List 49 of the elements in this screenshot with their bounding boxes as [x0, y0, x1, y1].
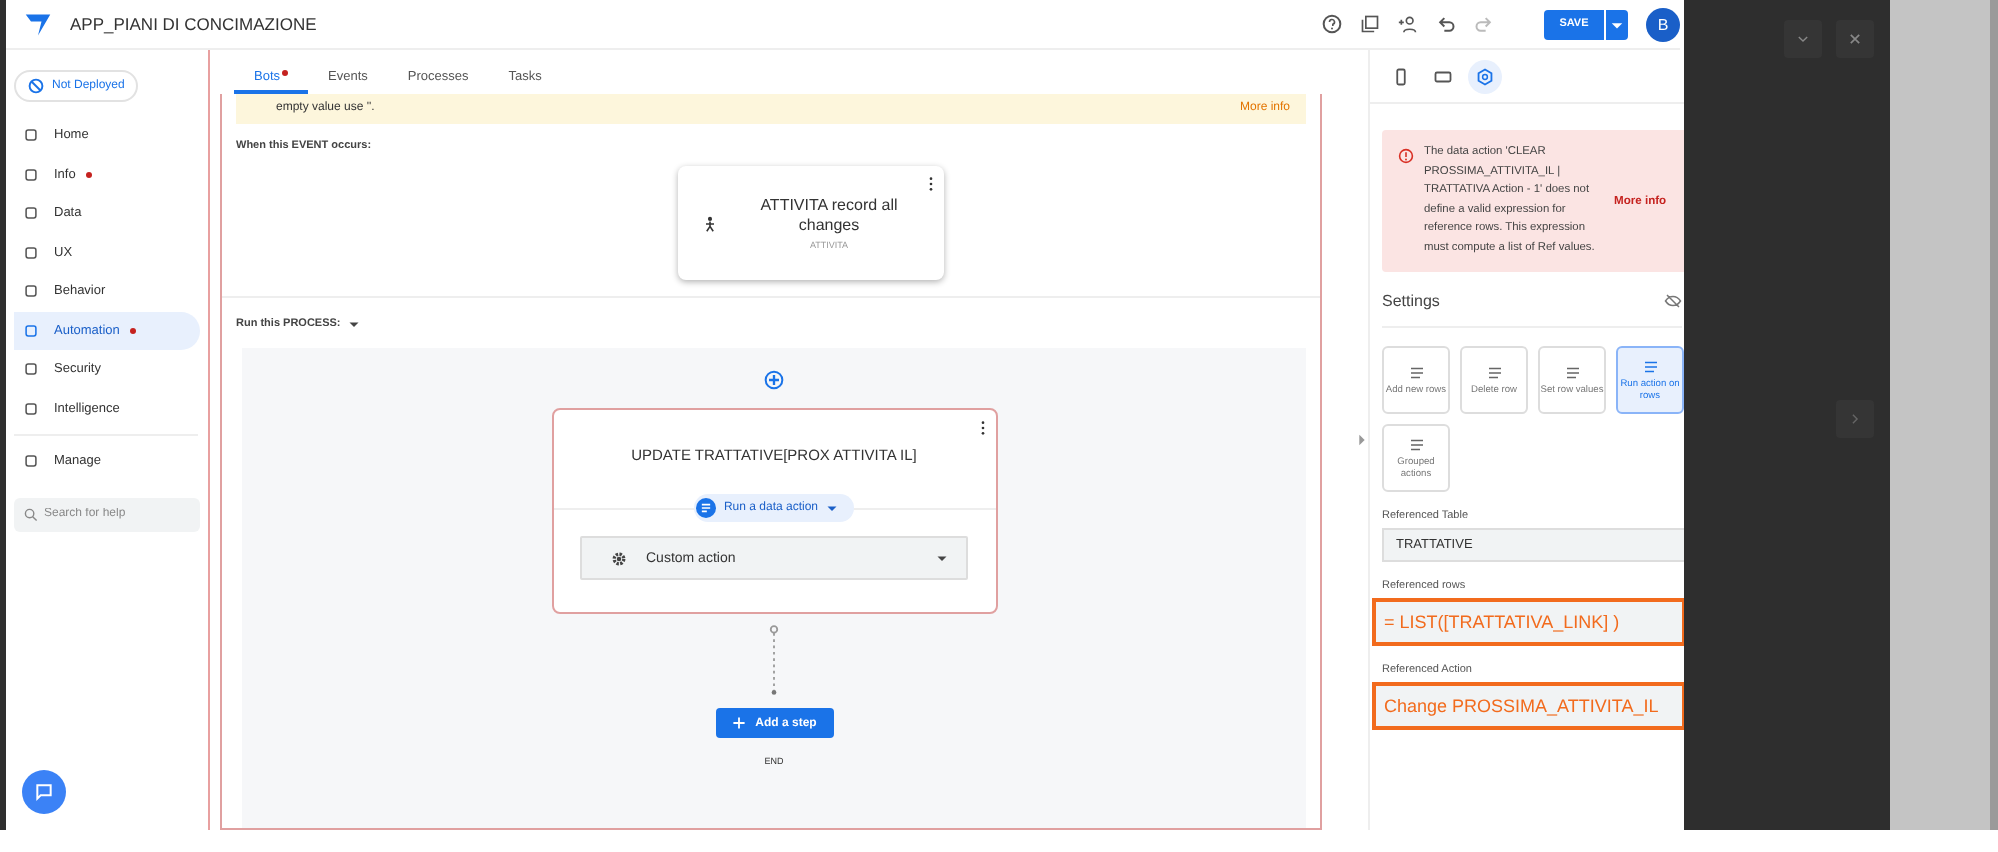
add-icon[interactable]	[764, 370, 784, 390]
copy-icon[interactable]	[1360, 14, 1380, 34]
more-icon[interactable]	[928, 176, 934, 192]
close-icon	[1848, 32, 1862, 46]
app-title: APP_PIANI DI CONCIMAZIONE	[70, 14, 317, 34]
blocked-icon	[28, 78, 44, 94]
expand-icon[interactable]	[1358, 434, 1366, 446]
user-avatar[interactable]: B	[1646, 7, 1680, 41]
menu-item-icon	[24, 206, 38, 221]
menu-item-icon	[24, 167, 38, 182]
close-button[interactable]	[1836, 20, 1874, 58]
tablet-icon[interactable]	[1434, 67, 1452, 85]
undo-icon[interactable]	[1436, 14, 1456, 34]
list-icon	[1407, 435, 1425, 453]
menu-item-icon	[24, 284, 38, 299]
add-user-icon[interactable]	[1398, 14, 1418, 34]
list-icon	[1563, 363, 1581, 381]
settings-icon	[610, 549, 628, 567]
chat-button[interactable]	[22, 770, 66, 814]
connector-line	[768, 624, 780, 696]
menu-item-icon	[24, 245, 38, 260]
settings-heading: Settings	[1382, 292, 1440, 310]
plus-icon	[731, 716, 746, 730]
help-icon[interactable]	[1322, 14, 1342, 34]
chevron-down-icon	[1796, 32, 1810, 46]
menu-item-icon	[24, 128, 38, 143]
settings-icon[interactable]	[1476, 67, 1494, 85]
caret-icon[interactable]	[348, 318, 361, 330]
figure-icon	[702, 215, 718, 231]
error-icon	[1398, 148, 1414, 164]
menu-item-icon	[24, 454, 38, 469]
search-icon	[24, 507, 38, 521]
phone-icon[interactable]	[1392, 67, 1410, 85]
list-icon	[1485, 363, 1503, 381]
caret-icon	[1610, 17, 1624, 31]
save-menu-button[interactable]	[1606, 9, 1628, 39]
menu-item-icon	[24, 401, 38, 416]
list-icon	[1407, 363, 1425, 381]
caret-icon	[936, 552, 948, 564]
hide-icon[interactable]	[1664, 292, 1682, 310]
menu-item-icon	[24, 362, 38, 377]
list-icon	[1641, 357, 1659, 375]
chevron-right-icon	[1848, 412, 1862, 426]
menu-item-icon	[24, 323, 38, 338]
more-icon[interactable]	[979, 420, 985, 436]
event-title: ATTIVITA record all changes	[758, 196, 900, 236]
logo-icon	[24, 11, 52, 37]
caret-icon	[826, 502, 839, 514]
chat-icon	[34, 782, 54, 802]
